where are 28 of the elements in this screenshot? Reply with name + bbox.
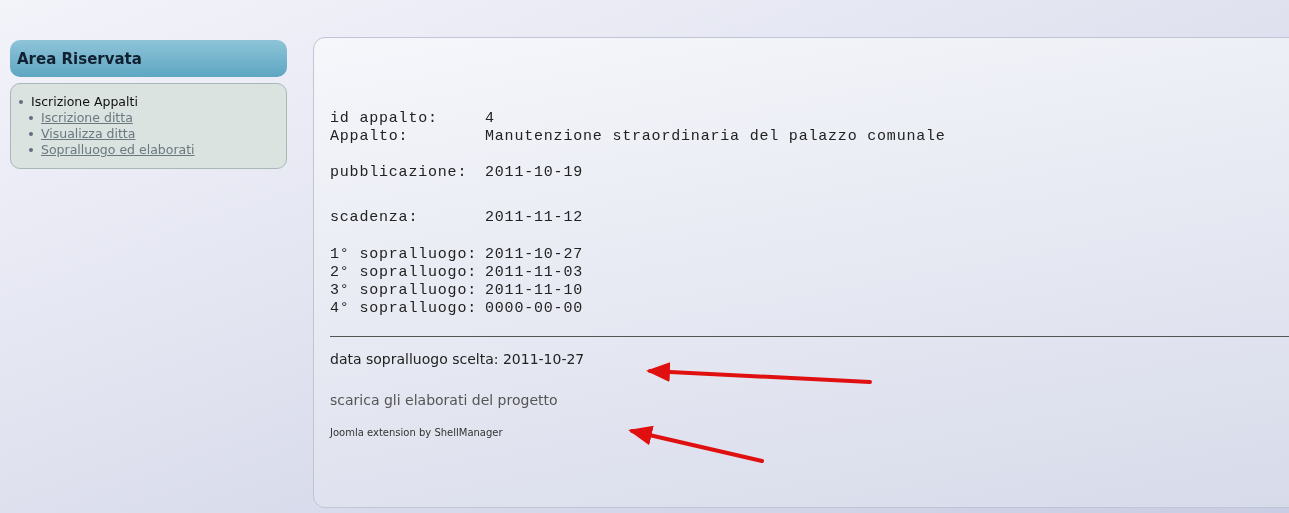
bullet-icon <box>29 148 33 152</box>
field-value: 2011-11-12 <box>485 209 583 227</box>
field-label: 4° sopralluogo: <box>330 300 479 318</box>
bullet-icon <box>19 100 23 104</box>
field-value: 2011-10-19 <box>485 164 583 182</box>
field-value: 4 <box>485 110 495 128</box>
field-label: 2° sopralluogo: <box>330 264 479 282</box>
menu-link[interactable]: Iscrizione ditta <box>41 110 133 126</box>
menu-item[interactable]: Iscrizione Appalti <box>31 94 138 110</box>
menu-link[interactable]: Sopralluogo ed elaborati <box>41 142 195 158</box>
download-link[interactable]: scarica gli elaborati del progetto <box>330 392 558 408</box>
field-value: 2011-11-03 <box>485 264 583 282</box>
bullet-icon <box>29 116 33 120</box>
field-label: 3° sopralluogo: <box>330 282 479 300</box>
bullet-icon <box>29 132 33 136</box>
field-label: Appalto: <box>330 128 410 146</box>
field-value: 2011-10-27 <box>485 246 583 264</box>
field-value: 2011-11-10 <box>485 282 583 300</box>
sidebar-title: Area Riservata <box>17 49 142 68</box>
field-value: 0000-00-00 <box>485 300 583 318</box>
field-value: Manutenzione straordinaria del palazzo comunale <box>485 128 946 146</box>
footer-text: Joomla extension by ShellManager <box>330 427 504 438</box>
field-label: id appalto: <box>330 110 439 128</box>
field-label: 1° sopralluogo: <box>330 246 479 264</box>
menu-link[interactable]: Visualizza ditta <box>41 126 136 142</box>
field-label: pubblicazione: <box>330 164 469 182</box>
field-label: scadenza: <box>330 209 420 227</box>
chosen-date-text: data sopralluogo scelta: 2011-10-27 <box>330 351 586 367</box>
